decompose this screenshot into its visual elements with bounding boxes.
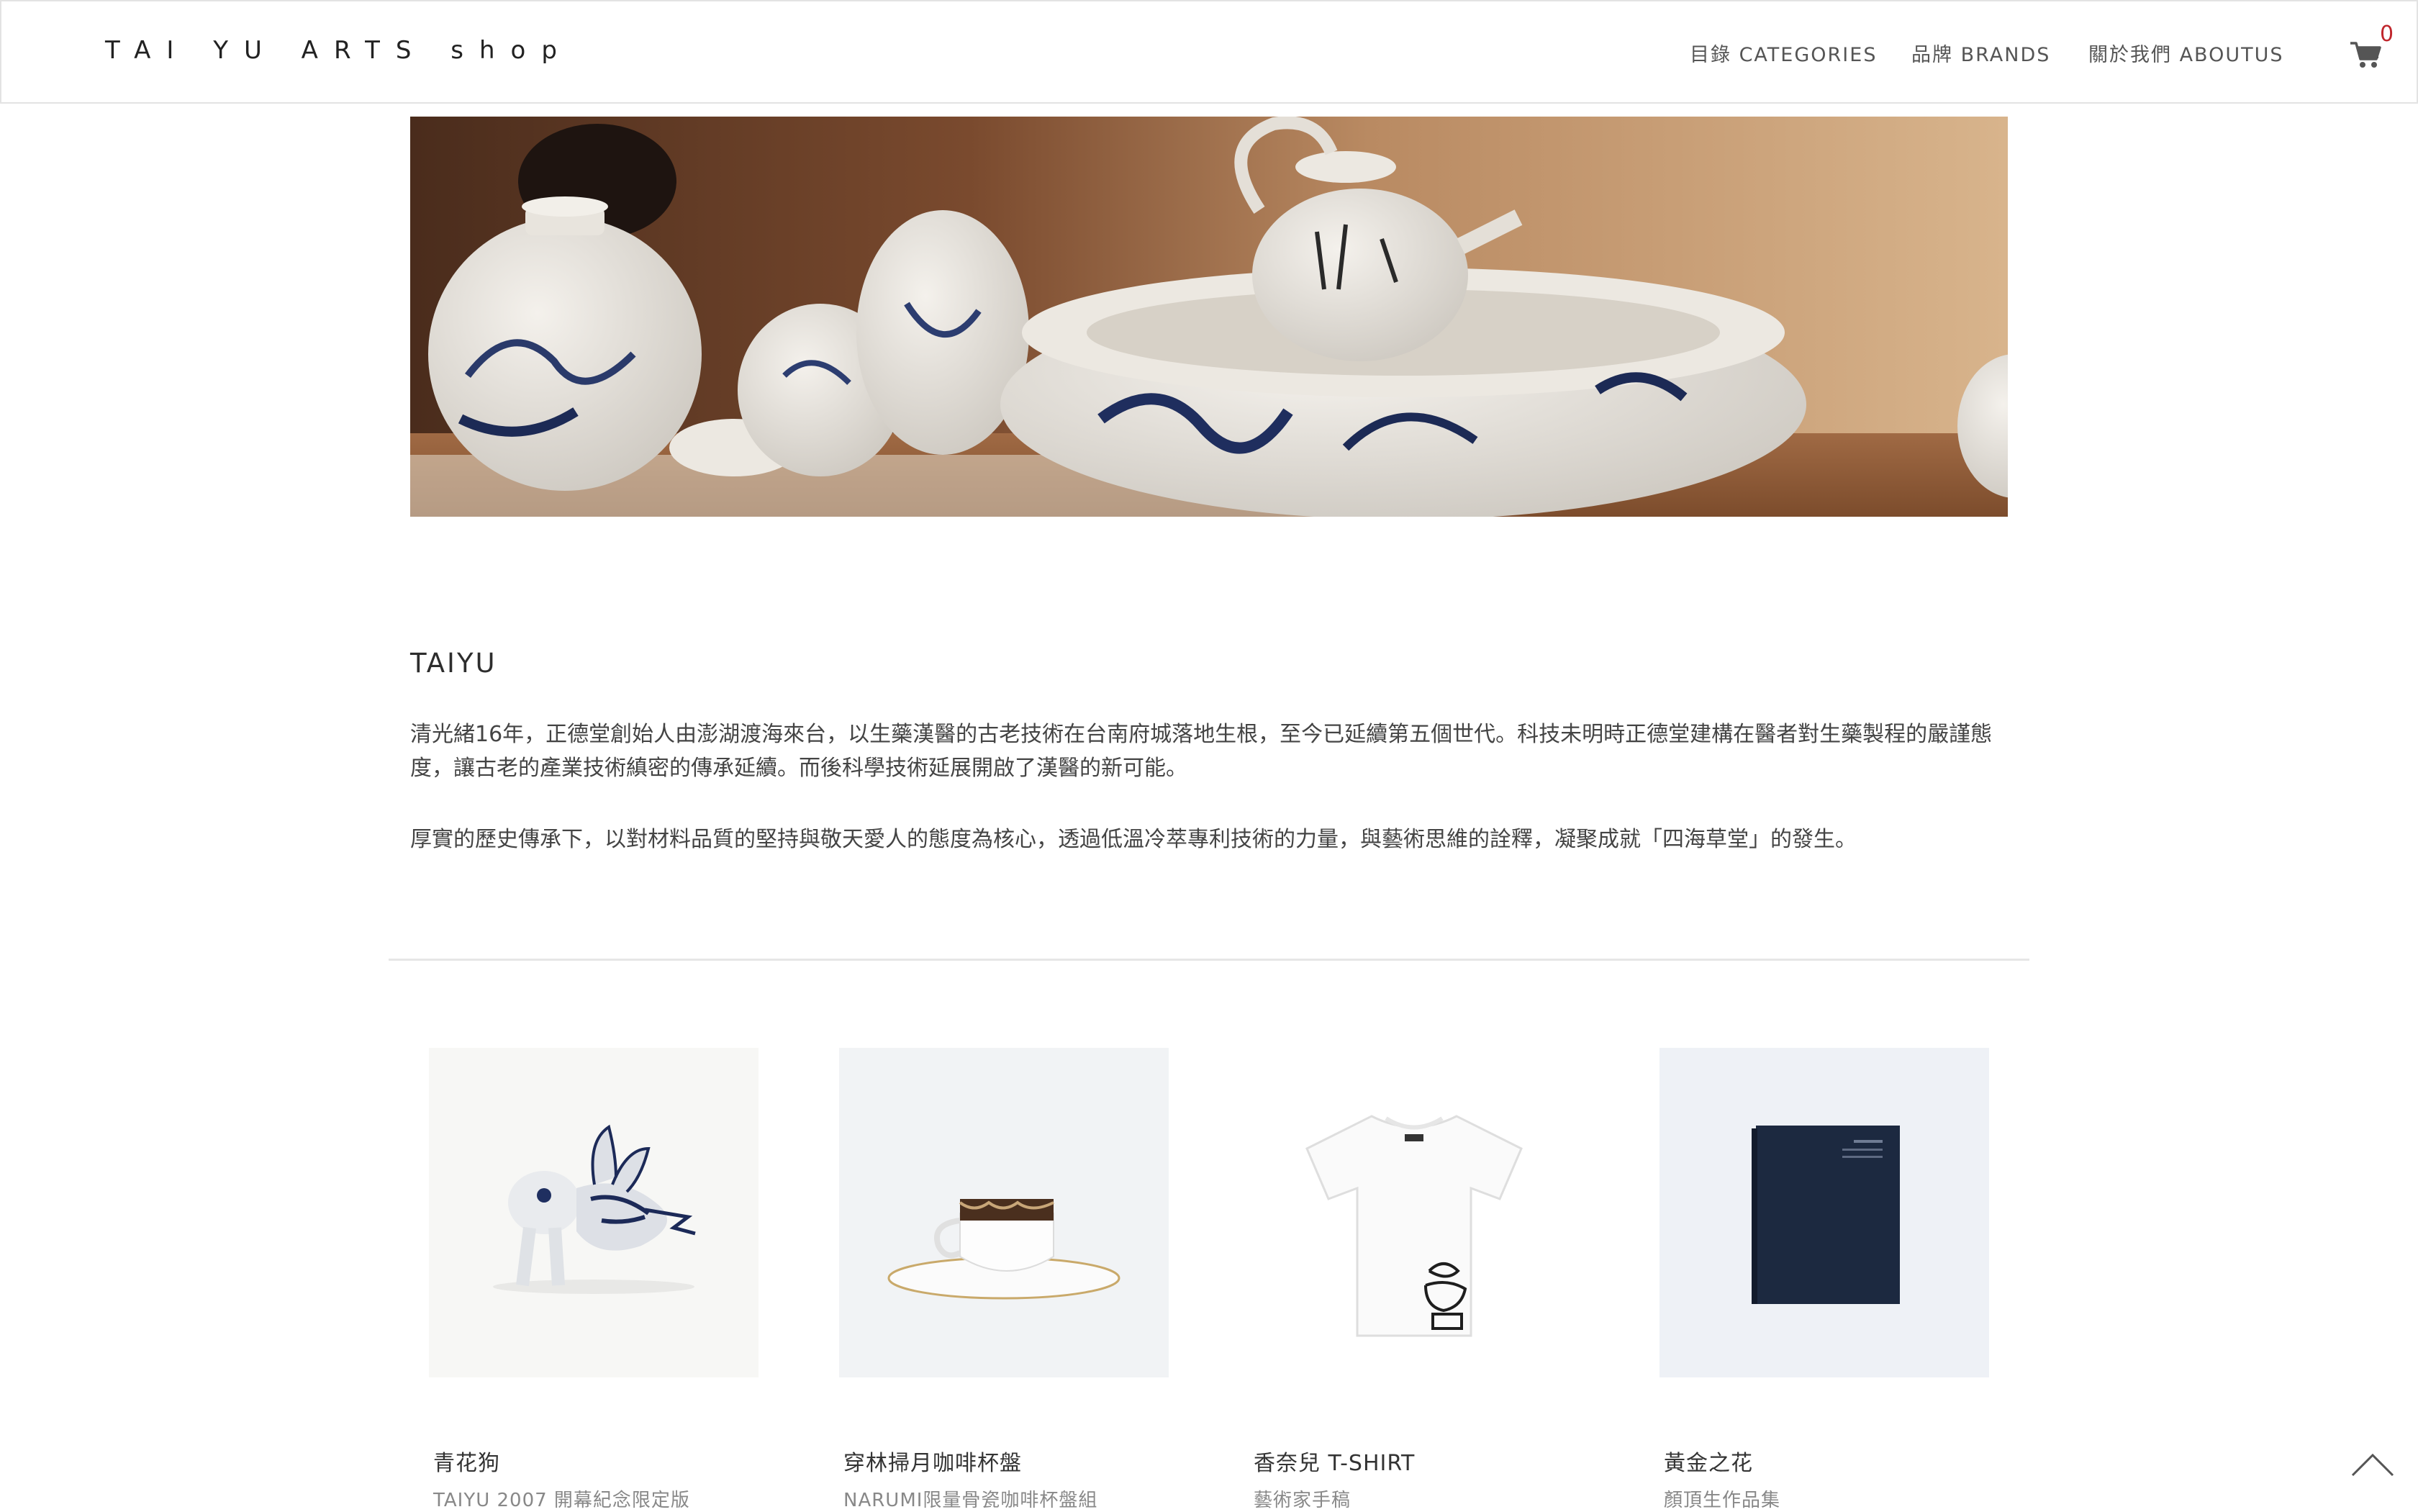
product-name[interactable]: 香奈兒 T-SHIRT (1254, 1445, 1415, 1477)
brand-paragraph: 清光緒16年，正德堂創始人由澎湖渡海來台，以生藥漢醫的古老技術在台南府城落地生根… (410, 722, 1993, 781)
product-image-tshirt[interactable] (1249, 1048, 1579, 1377)
product-image-dog-figurine[interactable] (429, 1048, 759, 1377)
site-logo[interactable]: TAI YU ARTS shop (105, 36, 573, 65)
product-card[interactable]: 香奈兒 T-SHIRT 藝術家手稿 (1249, 1048, 1579, 1511)
cart-count-badge: 0 (2380, 22, 2394, 47)
product-card[interactable]: 青花狗 TAIYU 2007 開幕紀念限定版 (429, 1048, 759, 1511)
chevron-up-icon[interactable] (2350, 1451, 2395, 1478)
brand-paragraph: 厚實的歷史傳承下，以對材料品質的堅持與敬天愛人的態度為核心，透過低溫冷萃專利技術… (410, 827, 1857, 852)
product-subtitle: 藝術家手稿 (1254, 1490, 1351, 1511)
brand-title: TAIYU (410, 648, 497, 679)
product-subtitle: NARUMI限量骨瓷咖啡杯盤組 (843, 1490, 1098, 1511)
nav-categories[interactable]: 目錄 CATEGORIES (1690, 39, 1877, 67)
product-name[interactable]: 黃金之花 (1664, 1445, 1753, 1477)
product-name[interactable]: 青花狗 (433, 1445, 500, 1477)
product-subtitle: 顏頂生作品集 (1664, 1490, 1781, 1511)
product-image-book[interactable] (1659, 1048, 1989, 1377)
product-image-coffee-cup[interactable] (839, 1048, 1169, 1377)
nav-about-us[interactable]: 關於我們 ABOUTUS (2088, 39, 2284, 67)
section-divider (389, 959, 2029, 961)
hero-banner (410, 117, 2008, 517)
product-subtitle: TAIYU 2007 開幕紀念限定版 (433, 1490, 690, 1511)
nav-brands[interactable]: 品牌 BRANDS (1911, 39, 2050, 67)
cart-icon[interactable] (2349, 39, 2382, 71)
product-name[interactable]: 穿林掃月咖啡杯盤 (843, 1445, 1022, 1477)
product-card[interactable]: 黃金之花 顏頂生作品集 (1659, 1048, 1989, 1511)
product-card[interactable]: 穿林掃月咖啡杯盤 NARUMI限量骨瓷咖啡杯盤組 (839, 1048, 1169, 1511)
site-header: TAI YU ARTS shop 目錄 CATEGORIES 品牌 BRANDS… (0, 0, 2418, 104)
